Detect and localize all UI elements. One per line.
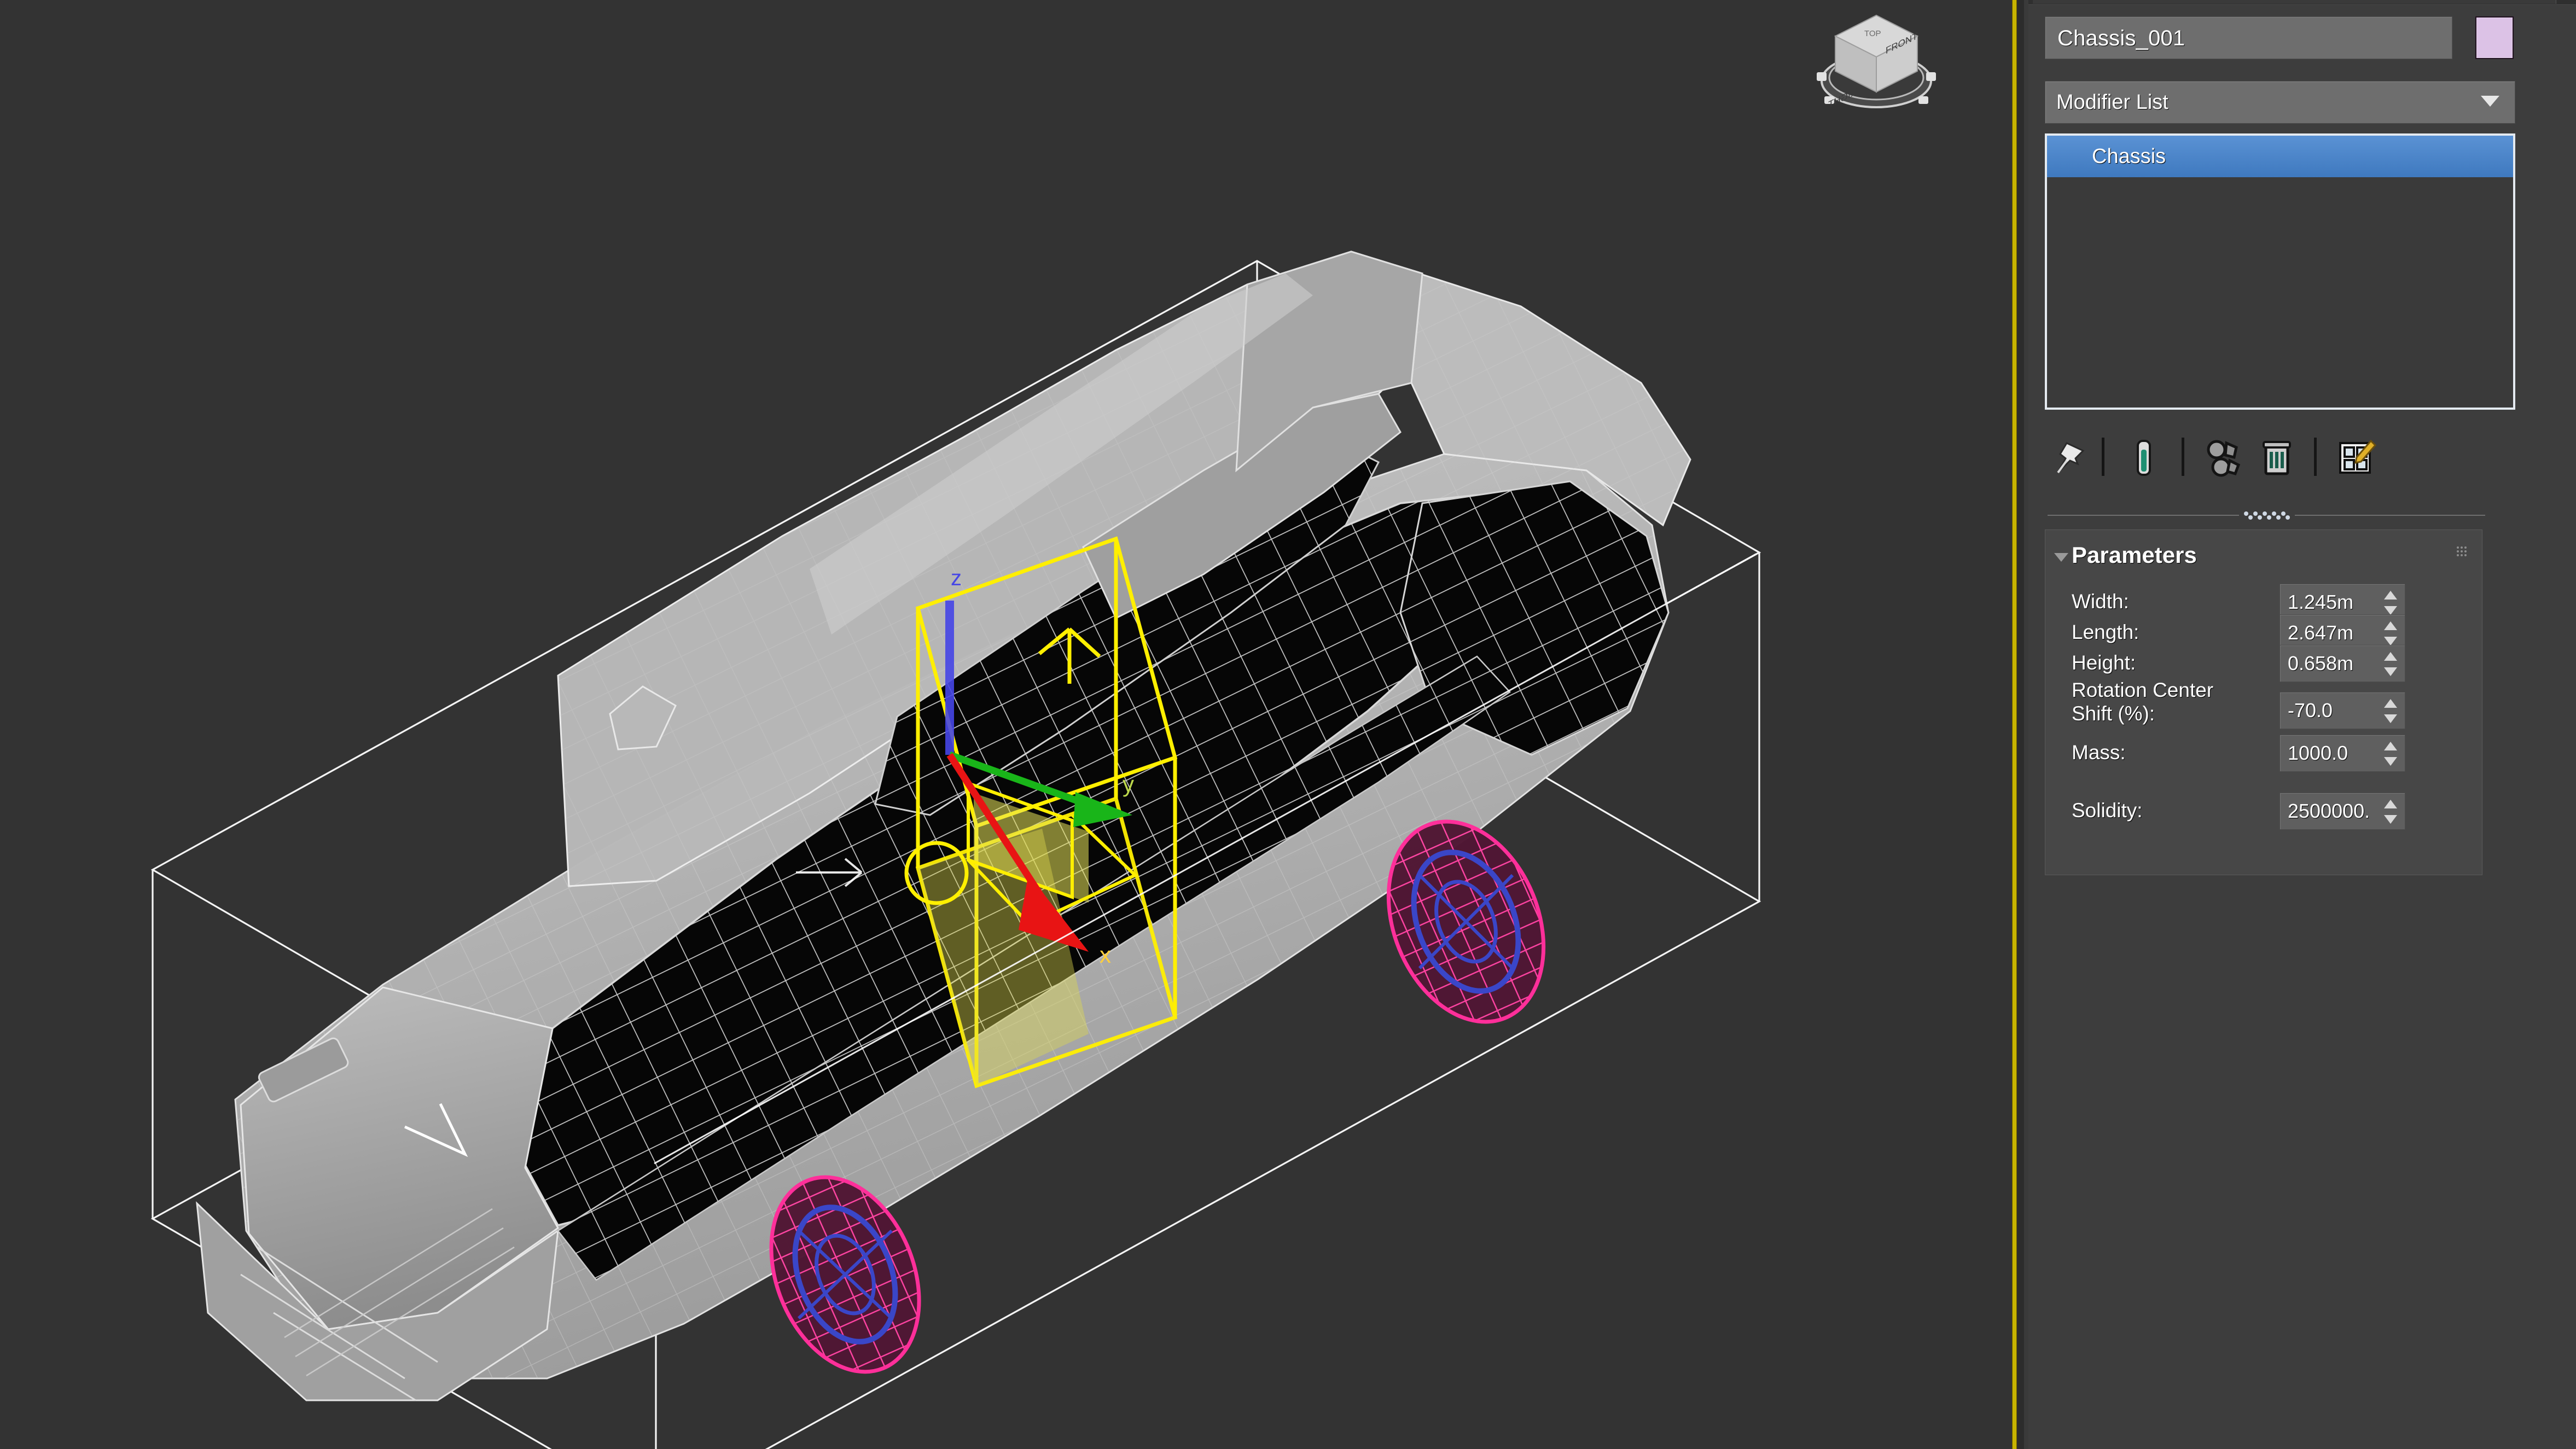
tab-hierarchy[interactable] xyxy=(2206,0,2295,4)
view-cube[interactable]: RIGHT FRONT TOP xyxy=(1808,4,1945,119)
make-unique-icon[interactable] xyxy=(2199,433,2248,482)
chevron-down-icon xyxy=(2481,96,2499,107)
configure-modifier-sets-icon[interactable] xyxy=(2330,433,2380,482)
param-field-rotation-center-shift[interactable]: -70.0 xyxy=(2280,692,2405,729)
param-label-width: Width: xyxy=(2072,590,2129,613)
pin-stack-icon[interactable] xyxy=(2045,433,2094,482)
spinner-length[interactable] xyxy=(2382,620,2399,647)
param-value-height: 0.658m xyxy=(2288,652,2354,674)
panel-left-edge xyxy=(2024,0,2028,1449)
param-field-mass[interactable]: 1000.0 xyxy=(2280,735,2405,772)
rollout-divider xyxy=(2048,511,2485,520)
param-label-solidity: Solidity: xyxy=(2072,799,2143,822)
param-value-solidity: 2500000. xyxy=(2288,800,2370,822)
tab-motion[interactable] xyxy=(2294,0,2382,4)
param-label-mass: Mass: xyxy=(2072,741,2126,764)
toolbar-separator-2 xyxy=(2182,438,2184,476)
param-label-rotation-center-shift: Rotation Center Shift (%): xyxy=(2072,679,2214,725)
param-label-height: Height: xyxy=(2072,651,2136,674)
tab-create[interactable] xyxy=(2033,0,2119,4)
param-field-solidity[interactable]: 2500000. xyxy=(2280,793,2405,830)
spinner-solidity[interactable] xyxy=(2382,799,2399,825)
rollout-grip-dots[interactable] xyxy=(2242,511,2294,520)
tab-utilities[interactable] xyxy=(2469,0,2556,4)
toolbar-separator-3 xyxy=(2314,438,2317,476)
svg-text:y: y xyxy=(1123,771,1134,797)
object-name-row: Chassis_001 xyxy=(2045,16,2559,60)
object-name-input[interactable]: Chassis_001 xyxy=(2045,16,2452,59)
tab-display[interactable] xyxy=(2382,0,2470,4)
modifier-list-dropdown[interactable]: Modifier List xyxy=(2045,81,2515,124)
spinner-mass[interactable] xyxy=(2382,741,2399,767)
viewport-scene: z y x xyxy=(150,251,1761,1449)
chevron-down-icon-rollout[interactable] xyxy=(2054,553,2068,562)
spinner-height[interactable] xyxy=(2382,651,2399,677)
param-label-length: Length: xyxy=(2072,621,2139,643)
param-value-mass: 1000.0 xyxy=(2288,742,2348,764)
param-value-rotation-center-shift: -70.0 xyxy=(2288,699,2333,721)
modifier-stack-item-chassis[interactable]: Chassis xyxy=(2047,136,2513,177)
object-color-swatch[interactable] xyxy=(2475,16,2514,59)
tab-modify[interactable] xyxy=(2118,0,2206,4)
spinner-rotation-center-shift[interactable] xyxy=(2382,698,2399,724)
modifier-list-label: Modifier List xyxy=(2056,91,2168,114)
spinner-width[interactable] xyxy=(2382,590,2399,616)
command-panel: Chassis_001 Modifier List Chassis Parame… xyxy=(2028,0,2576,1449)
remove-modifier-icon[interactable] xyxy=(2252,433,2301,482)
parameters-rollout: Parameters Width: 1.245m Length: 2.647m … xyxy=(2045,529,2482,875)
active-viewport-border xyxy=(2013,0,2016,1449)
show-end-result-icon[interactable] xyxy=(2119,433,2168,482)
toolbar-separator xyxy=(2102,438,2104,476)
modifier-stack-list[interactable]: Chassis xyxy=(2045,133,2515,410)
perspective-viewport[interactable]: z y x RIGHT FRONT TOP xyxy=(0,0,2016,1449)
max-main-window: z y x RIGHT FRONT TOP Chassis_001 Modifi… xyxy=(0,0,2576,1449)
modifier-stack-toolbar xyxy=(2045,428,2515,488)
param-field-height[interactable]: 0.658m xyxy=(2280,645,2405,682)
rollout-title: Parameters xyxy=(2072,542,2197,568)
svg-text:TOP: TOP xyxy=(1864,29,1881,38)
rollout-grip-icon[interactable] xyxy=(2456,545,2470,560)
svg-text:z: z xyxy=(951,566,962,590)
svg-text:x: x xyxy=(1100,942,1111,968)
command-panel-tab-strip[interactable] xyxy=(2028,0,2576,5)
